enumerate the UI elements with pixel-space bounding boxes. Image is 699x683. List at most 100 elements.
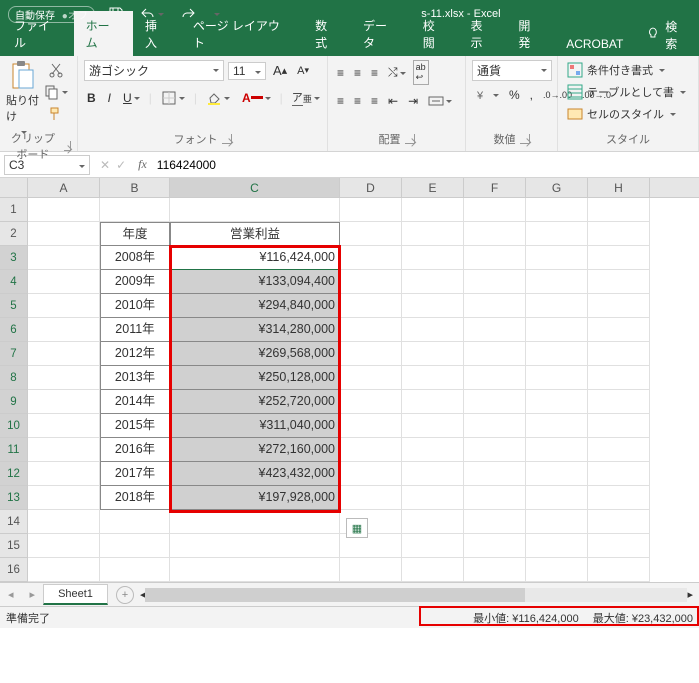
cell[interactable] (588, 270, 650, 294)
cell[interactable] (464, 438, 526, 462)
cell[interactable] (588, 438, 650, 462)
clipboard-launcher[interactable] (64, 141, 71, 151)
cell[interactable] (28, 222, 100, 246)
formula-input[interactable] (153, 156, 699, 174)
cell[interactable] (100, 558, 170, 582)
col-header[interactable]: B (100, 178, 170, 197)
tell-me-search[interactable]: 検索 (635, 14, 699, 56)
cell[interactable]: 2009年 (100, 270, 170, 294)
cell[interactable] (464, 318, 526, 342)
cell[interactable] (588, 558, 650, 582)
cell[interactable] (588, 342, 650, 366)
align-left-icon[interactable]: ≡ (334, 91, 347, 111)
col-header[interactable]: C (170, 178, 340, 197)
row-header[interactable]: 13 (0, 486, 28, 510)
tab-data[interactable]: データ (351, 11, 411, 56)
format-as-table-button[interactable]: テーブルとして書 (564, 82, 689, 102)
font-name-combo[interactable]: 游ゴシック (84, 60, 224, 81)
cell[interactable]: 2008年 (100, 246, 170, 270)
cell[interactable] (526, 558, 588, 582)
cell[interactable] (402, 558, 464, 582)
fx-icon[interactable]: fx (132, 157, 153, 172)
row-header[interactable]: 5 (0, 294, 28, 318)
row-header[interactable]: 1 (0, 198, 28, 222)
cell[interactable] (464, 342, 526, 366)
select-all-corner[interactable] (0, 178, 28, 197)
cell[interactable] (588, 486, 650, 510)
row-header[interactable]: 7 (0, 342, 28, 366)
cell[interactable] (526, 198, 588, 222)
col-header[interactable]: D (340, 178, 402, 197)
cell[interactable] (402, 414, 464, 438)
cell[interactable] (588, 222, 650, 246)
fill-color-button[interactable] (203, 88, 233, 108)
merge-button[interactable] (425, 91, 455, 111)
cell[interactable]: ¥269,568,000 (170, 342, 340, 366)
percent-button[interactable]: % (506, 85, 523, 105)
col-header[interactable]: F (464, 178, 526, 197)
number-launcher[interactable] (520, 134, 530, 144)
tab-developer[interactable]: 開発 (506, 11, 554, 56)
row-header[interactable]: 15 (0, 534, 28, 558)
cell[interactable] (28, 198, 100, 222)
tab-review[interactable]: 校閲 (411, 11, 459, 56)
cell[interactable] (526, 438, 588, 462)
cell[interactable]: 2016年 (100, 438, 170, 462)
cell[interactable] (526, 222, 588, 246)
cell[interactable] (526, 462, 588, 486)
cell[interactable] (28, 270, 100, 294)
cell[interactable] (340, 294, 402, 318)
cell[interactable] (28, 534, 100, 558)
cell[interactable]: ¥116,424,000 (170, 246, 340, 270)
worksheet[interactable]: A B C D E F G H 12年度営業利益32008年¥116,424,0… (0, 178, 699, 582)
cell[interactable] (340, 246, 402, 270)
horizontal-scrollbar[interactable]: ◂▸ (140, 588, 693, 602)
cell[interactable] (402, 486, 464, 510)
row-header[interactable]: 16 (0, 558, 28, 582)
row-header[interactable]: 3 (0, 246, 28, 270)
format-painter-button[interactable] (41, 104, 71, 124)
cell[interactable] (526, 414, 588, 438)
cell[interactable] (340, 438, 402, 462)
cell[interactable] (28, 438, 100, 462)
sheet-nav-next[interactable]: ▸ (22, 588, 44, 601)
align-bottom-icon[interactable]: ≡ (368, 60, 381, 85)
cell[interactable] (588, 462, 650, 486)
align-right-icon[interactable]: ≡ (368, 91, 381, 111)
row-header[interactable]: 10 (0, 414, 28, 438)
accounting-format-button[interactable]: ¥ (472, 85, 502, 105)
cell[interactable] (402, 246, 464, 270)
cell[interactable] (464, 414, 526, 438)
cell[interactable] (588, 534, 650, 558)
cell[interactable] (402, 390, 464, 414)
cell[interactable]: 2010年 (100, 294, 170, 318)
cell[interactable] (402, 534, 464, 558)
cell[interactable]: 年度 (100, 222, 170, 246)
cell[interactable]: 2018年 (100, 486, 170, 510)
cell[interactable] (100, 534, 170, 558)
cell[interactable]: ¥294,840,000 (170, 294, 340, 318)
row-header[interactable]: 12 (0, 462, 28, 486)
cell[interactable] (464, 246, 526, 270)
cell[interactable]: 2011年 (100, 318, 170, 342)
align-middle-icon[interactable]: ≡ (351, 60, 364, 85)
cell[interactable] (464, 486, 526, 510)
row-header[interactable]: 14 (0, 510, 28, 534)
cell[interactable] (464, 534, 526, 558)
cell[interactable] (28, 510, 100, 534)
cell[interactable] (588, 294, 650, 318)
cell[interactable] (526, 510, 588, 534)
cell[interactable]: ¥197,928,000 (170, 486, 340, 510)
row-header[interactable]: 2 (0, 222, 28, 246)
cell[interactable] (402, 318, 464, 342)
cell[interactable] (464, 366, 526, 390)
cell[interactable] (464, 462, 526, 486)
tab-acrobat[interactable]: ACROBAT (554, 31, 635, 56)
cell[interactable] (526, 390, 588, 414)
col-header[interactable]: E (402, 178, 464, 197)
cell[interactable] (588, 246, 650, 270)
cell[interactable] (340, 270, 402, 294)
enter-formula-icon[interactable]: ✓ (116, 158, 126, 172)
cell[interactable] (464, 390, 526, 414)
cell[interactable] (402, 510, 464, 534)
